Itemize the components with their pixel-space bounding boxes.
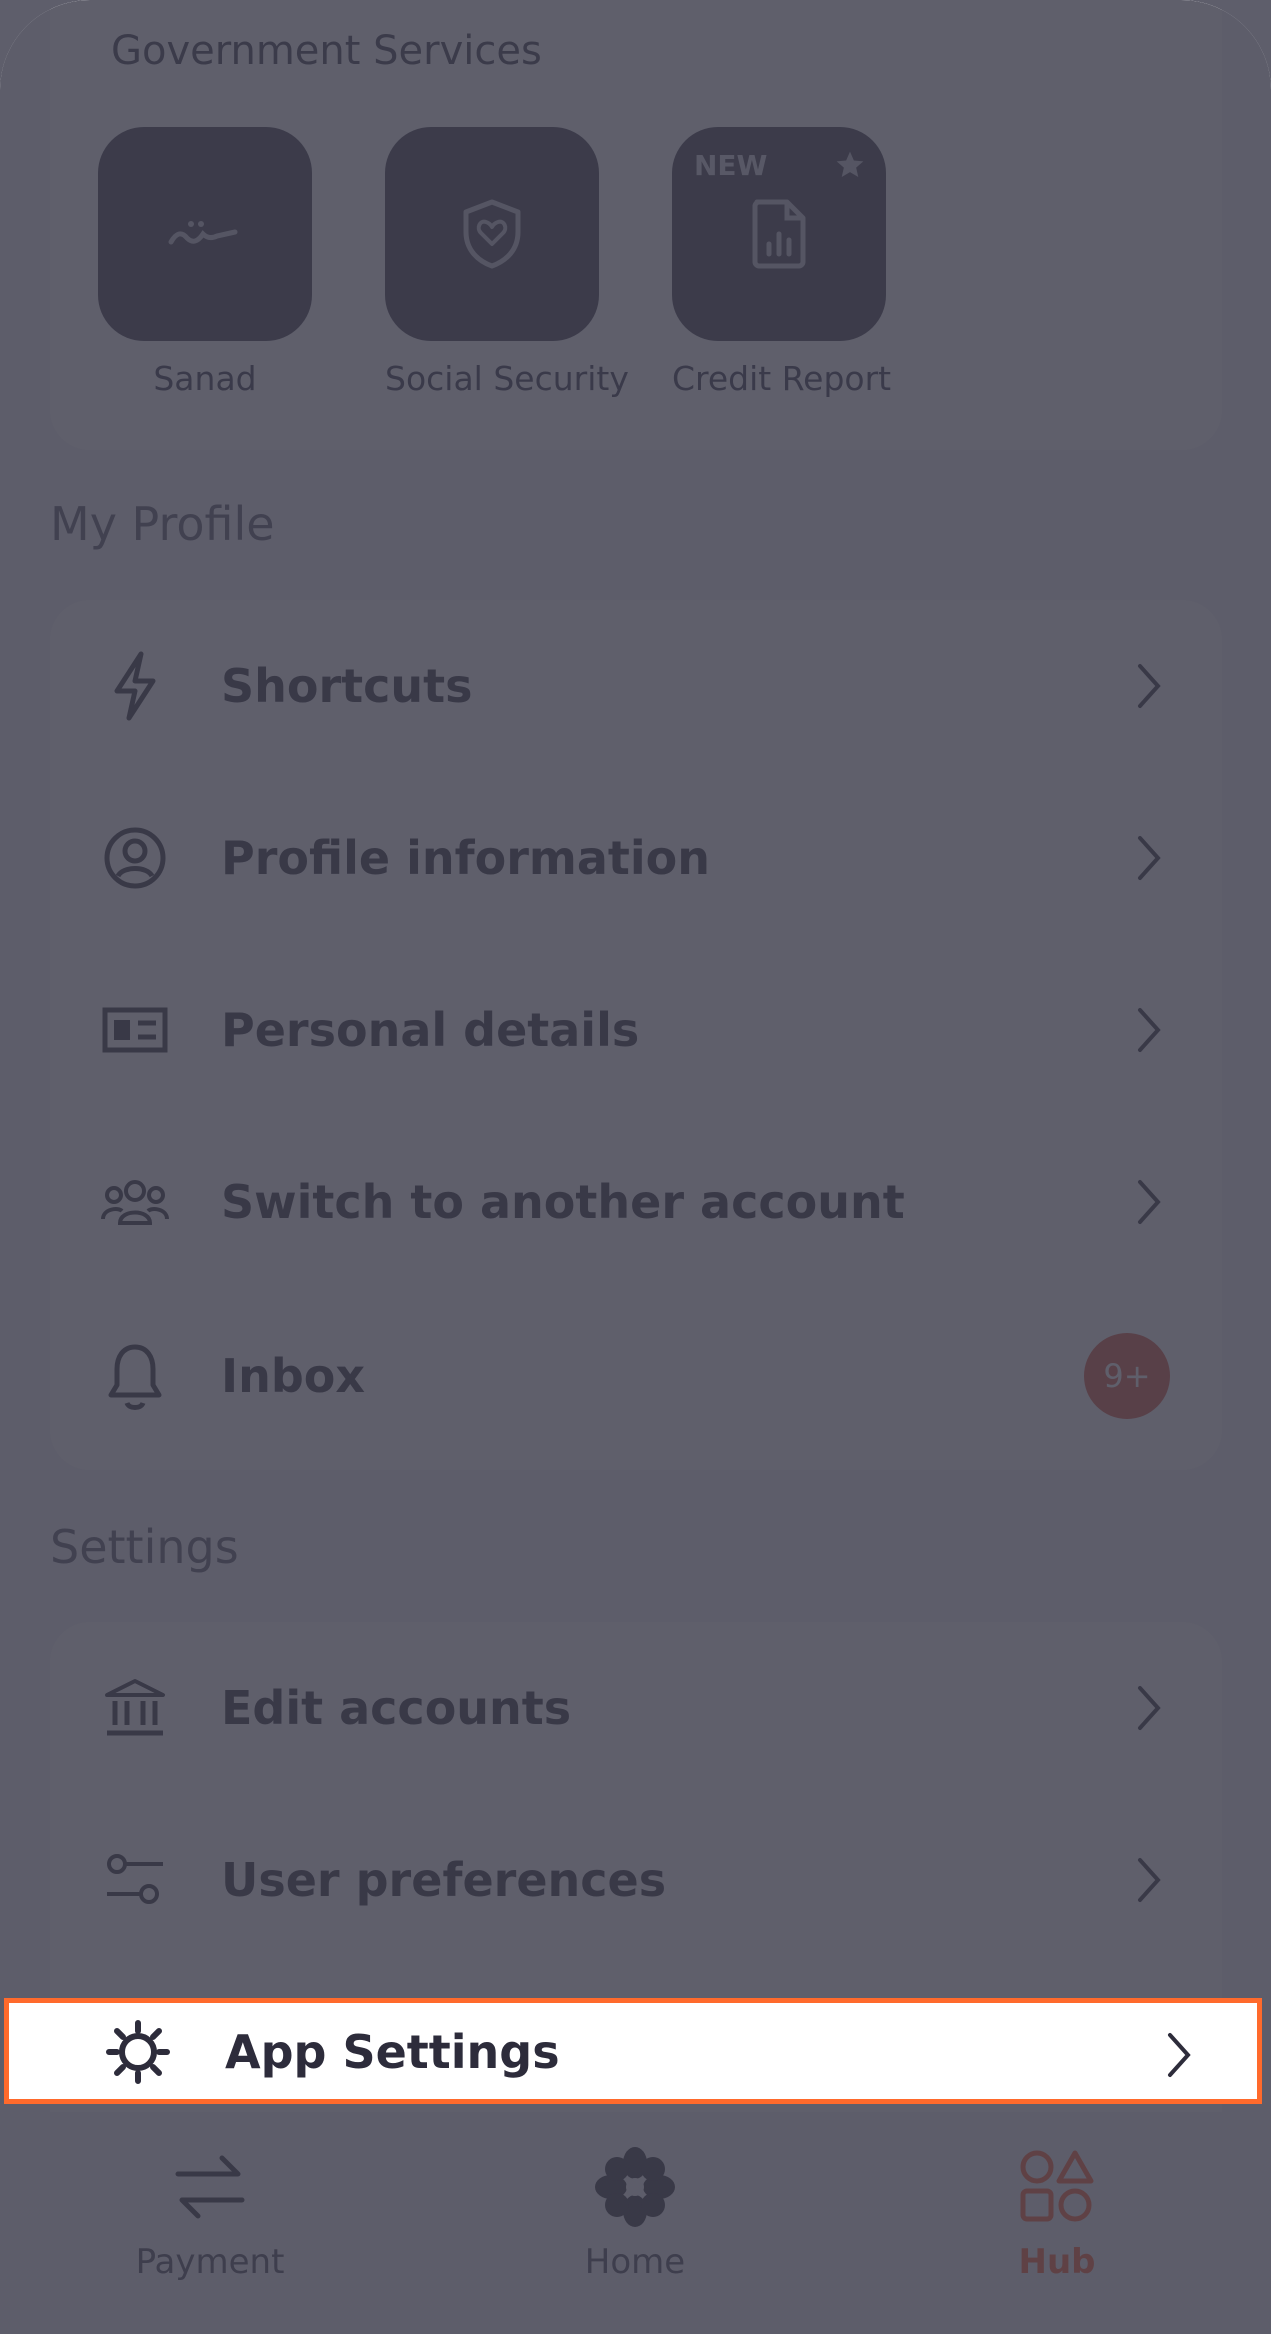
chevron-right-icon: [1138, 664, 1161, 708]
sanad-icon: [168, 221, 238, 245]
tile-sanad-label: Sanad: [153, 359, 257, 398]
chevron-right-icon: [1138, 1686, 1161, 1730]
tile-sanad-box[interactable]: [98, 127, 312, 341]
tab-hub[interactable]: Hub: [937, 2142, 1177, 2282]
report-icon: [752, 199, 806, 269]
profile-list: Shortcuts Profile information Personal d…: [50, 600, 1222, 1470]
row-shortcuts-label: Shortcuts: [221, 659, 473, 713]
row-personal-details[interactable]: Personal details: [50, 944, 1222, 1116]
row-inbox[interactable]: Inbox 9+: [50, 1290, 1222, 1462]
bank-icon: [100, 1673, 170, 1743]
tile-credit-report-box[interactable]: NEW: [672, 127, 886, 341]
tab-payment-label: Payment: [135, 2242, 285, 2282]
id-card-icon: [100, 995, 170, 1065]
chevron-right-icon: [1138, 836, 1161, 880]
settings-title: Settings: [50, 1520, 239, 1574]
row-app-settings-label: App Settings: [225, 2025, 560, 2079]
tab-hub-label: Hub: [1018, 2242, 1096, 2282]
gear-icon: [106, 2020, 170, 2084]
star-icon: [836, 151, 864, 177]
shield-heart-icon: [463, 199, 521, 269]
flower-icon: [515, 2142, 755, 2232]
row-inbox-label: Inbox: [221, 1349, 366, 1403]
row-shortcuts[interactable]: Shortcuts: [50, 600, 1222, 772]
row-user-preferences[interactable]: User preferences: [50, 1794, 1222, 1966]
row-edit-accounts[interactable]: Edit accounts: [50, 1622, 1222, 1794]
chevron-right-icon: [1168, 2033, 1191, 2077]
tile-social-security-label: Social Security: [385, 359, 629, 398]
tab-payment[interactable]: Payment: [90, 2142, 330, 2282]
row-switch-account[interactable]: Switch to another account: [50, 1116, 1222, 1288]
tile-social-security[interactable]: Social Security: [385, 127, 629, 398]
tab-home[interactable]: Home: [515, 2142, 755, 2282]
tile-credit-report[interactable]: NEW Credit Report: [672, 127, 892, 398]
tab-bar: Payment Home Hub: [0, 2112, 1271, 2334]
row-user-preferences-label: User preferences: [221, 1853, 667, 1907]
tile-social-security-box[interactable]: [385, 127, 599, 341]
row-profile-information[interactable]: Profile information: [50, 772, 1222, 944]
tile-sanad[interactable]: Sanad: [98, 127, 312, 398]
user-circle-icon: [100, 823, 170, 893]
row-app-settings[interactable]: App Settings: [4, 1998, 1262, 2104]
row-profile-information-label: Profile information: [221, 831, 710, 885]
lightning-icon: [100, 651, 170, 721]
new-tag: NEW: [694, 149, 768, 182]
tile-credit-report-label: Credit Report: [672, 359, 892, 398]
row-personal-details-label: Personal details: [221, 1003, 640, 1057]
government-services-title: Government Services: [111, 28, 542, 74]
row-switch-account-label: Switch to another account: [221, 1175, 905, 1229]
users-icon: [100, 1167, 170, 1237]
chevron-right-icon: [1138, 1008, 1161, 1052]
screen: Government Services Sanad Social Securit…: [0, 0, 1271, 2334]
transfer-arrows-icon: [90, 2142, 330, 2232]
shapes-icon: [937, 2142, 1177, 2232]
sliders-icon: [100, 1845, 170, 1915]
tab-home-label: Home: [584, 2242, 686, 2282]
bell-icon: [100, 1341, 170, 1411]
my-profile-title: My Profile: [50, 497, 275, 551]
row-edit-accounts-label: Edit accounts: [221, 1681, 572, 1735]
chevron-right-icon: [1138, 1180, 1161, 1224]
inbox-badge: 9+: [1084, 1333, 1170, 1419]
chevron-right-icon: [1138, 1858, 1161, 1902]
